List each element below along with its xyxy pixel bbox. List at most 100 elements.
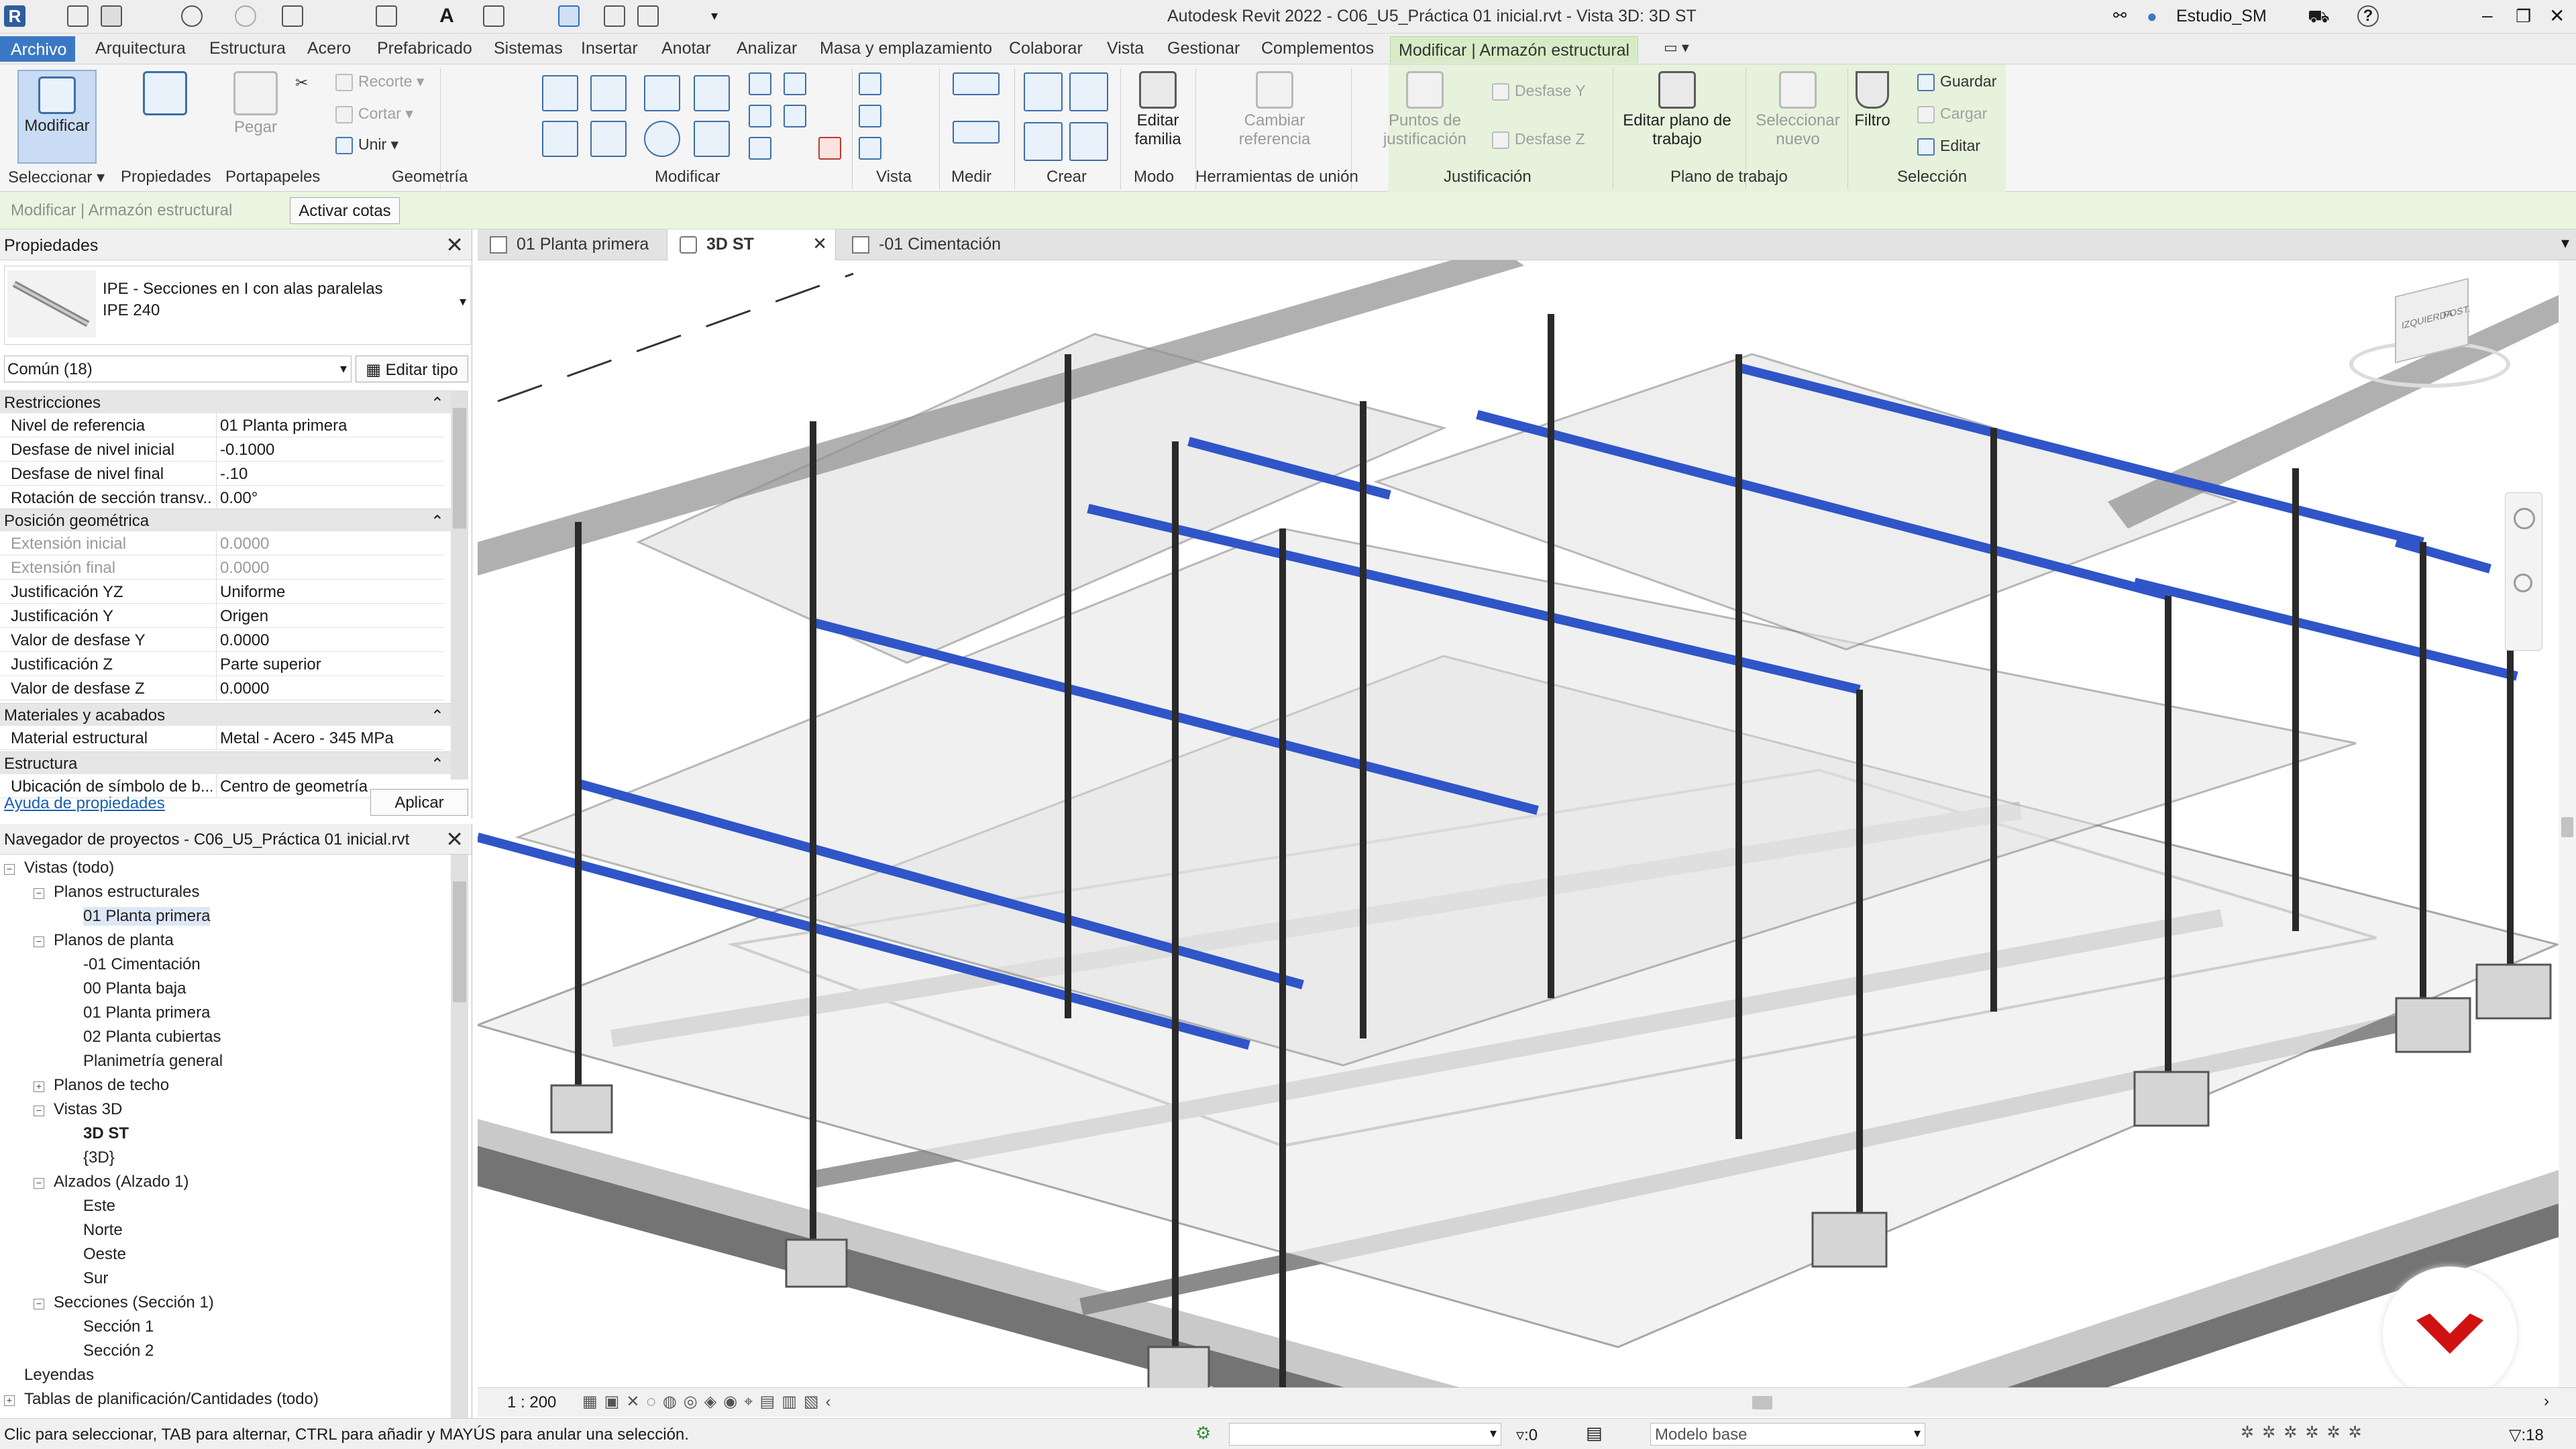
- cat-materiales[interactable]: Materiales y acabados ⌃: [0, 703, 451, 726]
- menu-gestionar[interactable]: Gestionar: [1167, 39, 1240, 58]
- browser-node[interactable]: Secciones (Sección 1): [54, 1293, 214, 1312]
- property-row[interactable]: Desfase de nivel inicial -0.1000: [0, 437, 444, 462]
- menu-sistemas[interactable]: Sistemas: [494, 39, 563, 58]
- property-value[interactable]: 0.0000: [220, 680, 269, 698]
- mirror-axis-icon[interactable]: [644, 75, 680, 111]
- recorte-button[interactable]: Recorte ▾: [335, 72, 424, 91]
- modificar-button[interactable]: Modificar: [17, 70, 97, 164]
- editar-seleccion-button[interactable]: Editar: [1917, 137, 1980, 156]
- user-name[interactable]: Estudio_SM: [2176, 7, 2267, 26]
- viewport-hscroll-thumb[interactable]: [1752, 1396, 1772, 1409]
- ribbon-toggle-icon[interactable]: ▭ ▾: [1664, 39, 1689, 56]
- close-hidden-icon[interactable]: [604, 5, 625, 27]
- browser-close-icon[interactable]: ✕: [445, 826, 464, 852]
- scale-value[interactable]: 1 : 200: [507, 1393, 556, 1412]
- 3d-viewport[interactable]: IZQUIERDA POST.: [478, 260, 2576, 1387]
- switch-windows-icon[interactable]: [637, 5, 659, 27]
- close-tab-icon[interactable]: ✕: [812, 233, 827, 254]
- override-graphics-icon[interactable]: [859, 72, 881, 95]
- property-value[interactable]: Uniforme: [220, 583, 285, 602]
- zoom-icon[interactable]: [2514, 574, 2532, 592]
- menu-insertar[interactable]: Insertar: [581, 39, 638, 58]
- 3d-view-icon[interactable]: [483, 5, 504, 27]
- open-icon[interactable]: [67, 5, 89, 27]
- viewcube[interactable]: IZQUIERDA POST.: [2343, 274, 2517, 394]
- create-group-icon[interactable]: [1024, 122, 1063, 161]
- property-row[interactable]: Extensión final 0.0000: [0, 555, 444, 580]
- cut-scissors-icon[interactable]: ✂: [295, 74, 308, 92]
- tab-01-planta-primera[interactable]: 01 Planta primera: [478, 229, 661, 260]
- scale-icon[interactable]: [749, 137, 771, 160]
- browser-node[interactable]: Planos estructurales: [54, 883, 199, 902]
- property-row[interactable]: Justificación Z Parte superior: [0, 652, 444, 676]
- property-value[interactable]: Parte superior: [220, 655, 321, 674]
- filter-count[interactable]: ▽:18: [2509, 1426, 2544, 1445]
- tab-3d-st[interactable]: 3D ST ✕: [667, 229, 836, 260]
- user-icon[interactable]: ●: [2147, 5, 2168, 27]
- tree-toggle-icon[interactable]: −: [34, 1299, 44, 1309]
- measure-icon[interactable]: [376, 5, 397, 27]
- property-value[interactable]: Origen: [220, 607, 268, 626]
- thin-lines-icon[interactable]: [558, 5, 580, 27]
- activar-cotas-button[interactable]: Activar cotas: [290, 197, 400, 224]
- properties-scroll-thumb[interactable]: [453, 408, 466, 529]
- property-row[interactable]: Rotación de sección transv... 0.00°: [0, 486, 444, 510]
- dimension-icon[interactable]: [953, 121, 1000, 144]
- print-icon[interactable]: [282, 5, 303, 27]
- property-value[interactable]: Metal - Acero - 345 MPa: [220, 729, 394, 748]
- view-controls-icons[interactable]: ▦▣✕◌◍◎◈◉⌖▤▥▧‹: [582, 1392, 838, 1411]
- revit-logo-icon[interactable]: R: [4, 5, 25, 27]
- tree-toggle-icon[interactable]: +: [4, 1395, 15, 1406]
- tree-toggle-icon[interactable]: −: [34, 888, 44, 899]
- browser-scroll-thumb[interactable]: [453, 881, 466, 1002]
- menu-estructura[interactable]: Estructura: [209, 39, 286, 58]
- editar-plano-trabajo-button[interactable]: Editar plano de trabajo: [1610, 71, 1744, 149]
- property-value[interactable]: -.10: [220, 465, 248, 484]
- browser-node[interactable]: Alzados (Alzado 1): [54, 1173, 189, 1191]
- trim-icon[interactable]: [694, 121, 730, 157]
- property-row[interactable]: Nivel de referencia 01 Planta primera: [0, 413, 444, 437]
- browser-node[interactable]: Sección 1: [83, 1318, 154, 1336]
- browser-node[interactable]: 02 Planta cubiertas: [83, 1028, 221, 1046]
- property-value[interactable]: 0.0000: [220, 631, 269, 650]
- unir-button[interactable]: Unir ▾: [335, 136, 398, 154]
- property-value[interactable]: 0.0000: [220, 559, 269, 578]
- menu-vista[interactable]: Vista: [1107, 39, 1144, 58]
- minimize-icon[interactable]: –: [2482, 5, 2504, 27]
- cargar-seleccion-button[interactable]: Cargar: [1917, 105, 1987, 123]
- cat-posicion[interactable]: Posición geométrica ⌃: [0, 508, 451, 531]
- hide-icon[interactable]: [859, 105, 881, 127]
- type-dropdown-icon[interactable]: ▾: [460, 293, 466, 310]
- text-icon[interactable]: A: [436, 5, 458, 27]
- browser-node[interactable]: Tablas de planificación/Cantidades (todo…: [24, 1390, 319, 1409]
- browser-node[interactable]: -01 Cimentación: [83, 955, 201, 974]
- measure-tool-icon[interactable]: [953, 72, 1000, 95]
- pin-icon[interactable]: [784, 72, 806, 95]
- browser-node[interactable]: 01 Planta primera: [83, 907, 211, 926]
- menu-analizar[interactable]: Analizar: [737, 39, 797, 58]
- tree-toggle-icon[interactable]: +: [34, 1081, 44, 1092]
- undo-icon[interactable]: [181, 5, 203, 27]
- aplicar-button[interactable]: Aplicar: [370, 789, 468, 816]
- tree-toggle-icon[interactable]: −: [4, 864, 15, 875]
- close-icon[interactable]: ✕: [2549, 5, 2571, 27]
- selection-filter-icons[interactable]: ✲✲✲✲✲✲: [2241, 1423, 2370, 1442]
- menu-acero[interactable]: Acero: [307, 39, 351, 58]
- browser-node[interactable]: Leyendas: [24, 1366, 94, 1385]
- property-value[interactable]: -0.1000: [220, 441, 274, 460]
- tab-cimentacion[interactable]: -01 Cimentación: [840, 229, 1013, 260]
- split-icon[interactable]: [749, 72, 771, 95]
- viewport-vscroll-thumb[interactable]: [2561, 817, 2573, 837]
- tabs-dropdown-icon[interactable]: ▾: [2561, 233, 2569, 253]
- delete-icon[interactable]: [818, 137, 841, 160]
- create-parts-icon[interactable]: [1069, 72, 1108, 111]
- cat-estructura[interactable]: Estructura ⌃: [0, 751, 451, 774]
- browser-node[interactable]: Norte: [83, 1221, 123, 1240]
- workset-select[interactable]: ▾: [1229, 1423, 1501, 1446]
- properties-close-icon[interactable]: ✕: [445, 232, 464, 258]
- filtro-button[interactable]: Filtro: [1842, 71, 1902, 130]
- browser-node[interactable]: 00 Planta baja: [83, 979, 186, 998]
- browser-node[interactable]: Planos de techo: [54, 1076, 169, 1095]
- desfase-y-button[interactable]: Desfase Y: [1492, 82, 1586, 101]
- property-row[interactable]: Extensión inicial 0.0000: [0, 531, 444, 555]
